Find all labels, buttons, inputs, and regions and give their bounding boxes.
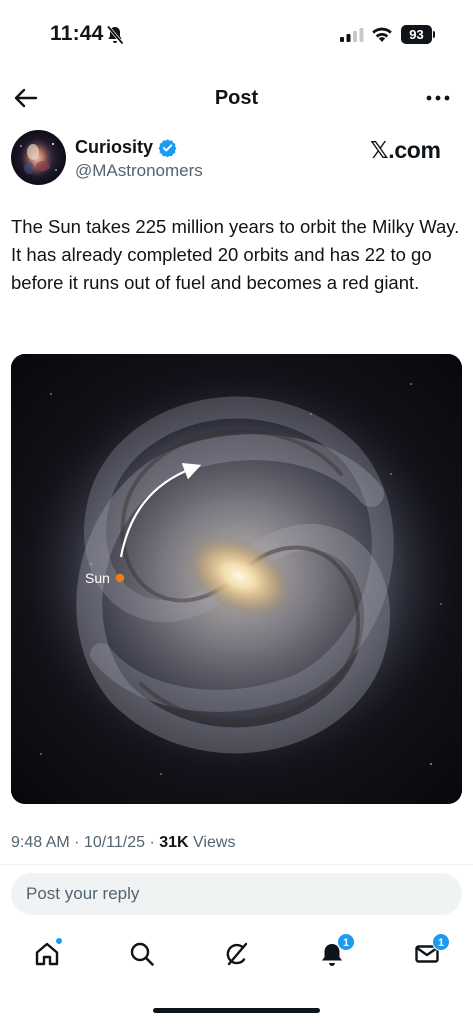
verified-badge-icon: [158, 139, 177, 157]
post-meta: 9:48 AM · 10/11/25 · 31K Views: [11, 834, 236, 851]
tab-home[interactable]: [27, 934, 67, 974]
tab-search[interactable]: [122, 934, 162, 974]
signal-icon: [340, 28, 364, 42]
home-new-dot: [55, 937, 63, 945]
page-title: Post: [214, 87, 259, 109]
status-time: 11:44: [50, 22, 104, 45]
author-name-row[interactable]: Curiosity: [75, 137, 177, 158]
tab-grok[interactable]: [217, 934, 257, 974]
sun-marker: [115, 573, 125, 583]
x-com-source: 𝕏.com: [370, 137, 441, 163]
views-label[interactable]: Views: [193, 834, 235, 851]
status-bar: 11:44 93: [0, 0, 473, 70]
post-date: 10/11/25: [83, 834, 146, 851]
divider: [0, 864, 473, 865]
author-handle[interactable]: @MAstronomers: [75, 161, 203, 181]
battery-level: 93: [409, 27, 424, 42]
battery-icon: 93: [401, 25, 432, 44]
battery-cap: [433, 31, 435, 38]
post-image[interactable]: Sun: [11, 354, 462, 804]
avatar[interactable]: [11, 130, 66, 185]
grok-icon: [226, 942, 248, 966]
tab-bar: 1 1: [0, 930, 473, 980]
wifi-icon: [372, 27, 392, 42]
notifications-badge: 1: [337, 933, 355, 951]
post-time: 9:48 AM: [11, 834, 70, 851]
tab-notifications[interactable]: 1: [312, 933, 355, 974]
reply-input[interactable]: Post your reply: [11, 873, 462, 915]
more-horizontal-icon[interactable]: [423, 84, 453, 112]
tab-messages[interactable]: 1: [407, 933, 450, 974]
reply-placeholder: Post your reply: [26, 884, 140, 903]
search-icon: [130, 942, 154, 966]
nav-header: Post: [0, 78, 473, 118]
bell-slash-icon: [106, 25, 124, 45]
messages-badge: 1: [432, 933, 450, 951]
post-text: The Sun takes 225 million years to orbit…: [11, 216, 460, 293]
home-indicator: [153, 1008, 320, 1013]
sun-label: Sun: [85, 570, 110, 586]
views-count[interactable]: 31K: [159, 834, 188, 851]
author-name[interactable]: Curiosity: [75, 137, 153, 158]
